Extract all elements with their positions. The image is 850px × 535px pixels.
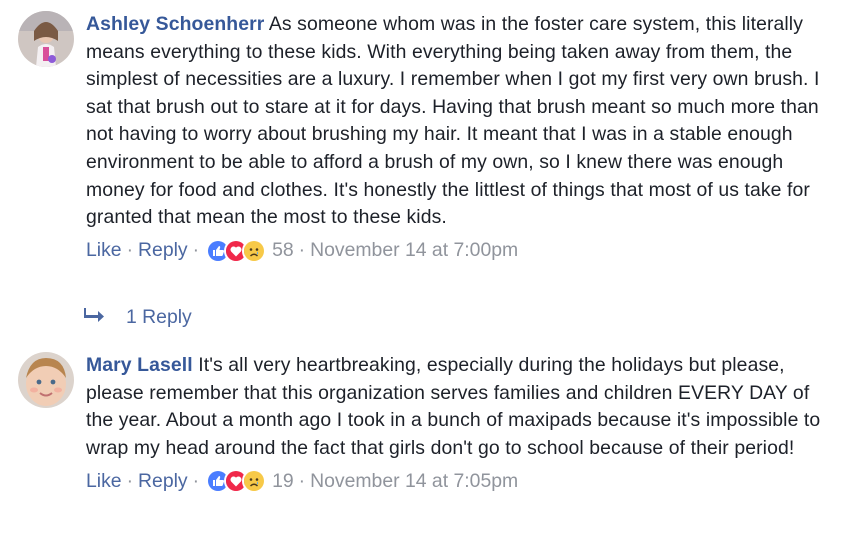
reaction-count[interactable]: 58 [272, 239, 294, 262]
comment-timestamp[interactable]: November 14 at 7:00pm [310, 239, 518, 262]
separator: · [192, 469, 200, 492]
reply-button[interactable]: Reply [138, 470, 188, 493]
comment-text: Ashley Schoenherr As someone whom was in… [86, 11, 840, 232]
comment-author[interactable]: Mary Lasell [86, 354, 193, 376]
avatar[interactable] [18, 352, 74, 408]
comment-author[interactable]: Ashley Schoenherr [86, 13, 264, 35]
comment-actions: Like · Reply · 19 · November 14 at 7:05p… [86, 467, 840, 495]
comment-actions: Like · Reply · 58 · November 14 at 7:00p… [86, 237, 840, 265]
separator: · [298, 239, 306, 262]
sad-icon [242, 469, 267, 494]
reactions-summary[interactable] [206, 238, 267, 263]
comment-text: Mary Lasell It's all very heartbreaking,… [86, 352, 840, 462]
separator: · [192, 239, 200, 262]
separator: · [126, 469, 134, 492]
view-replies-link[interactable]: 1 Reply [84, 306, 192, 329]
replies-count-label[interactable]: 1 Reply [126, 306, 192, 329]
reactions-summary[interactable] [206, 469, 267, 494]
reply-button[interactable]: Reply [138, 239, 188, 262]
reply-arrow-icon [84, 306, 106, 329]
comment-body: It's all very heartbreaking, especially … [86, 354, 821, 459]
separator: · [298, 469, 306, 492]
like-button[interactable]: Like [86, 470, 122, 493]
sad-icon [242, 238, 267, 263]
reaction-count[interactable]: 19 [272, 470, 294, 493]
comment-body: As someone whom was in the foster care s… [86, 13, 820, 229]
like-button[interactable]: Like [86, 239, 122, 262]
comment-timestamp[interactable]: November 14 at 7:05pm [310, 470, 518, 493]
separator: · [126, 239, 134, 262]
avatar[interactable] [18, 11, 74, 67]
